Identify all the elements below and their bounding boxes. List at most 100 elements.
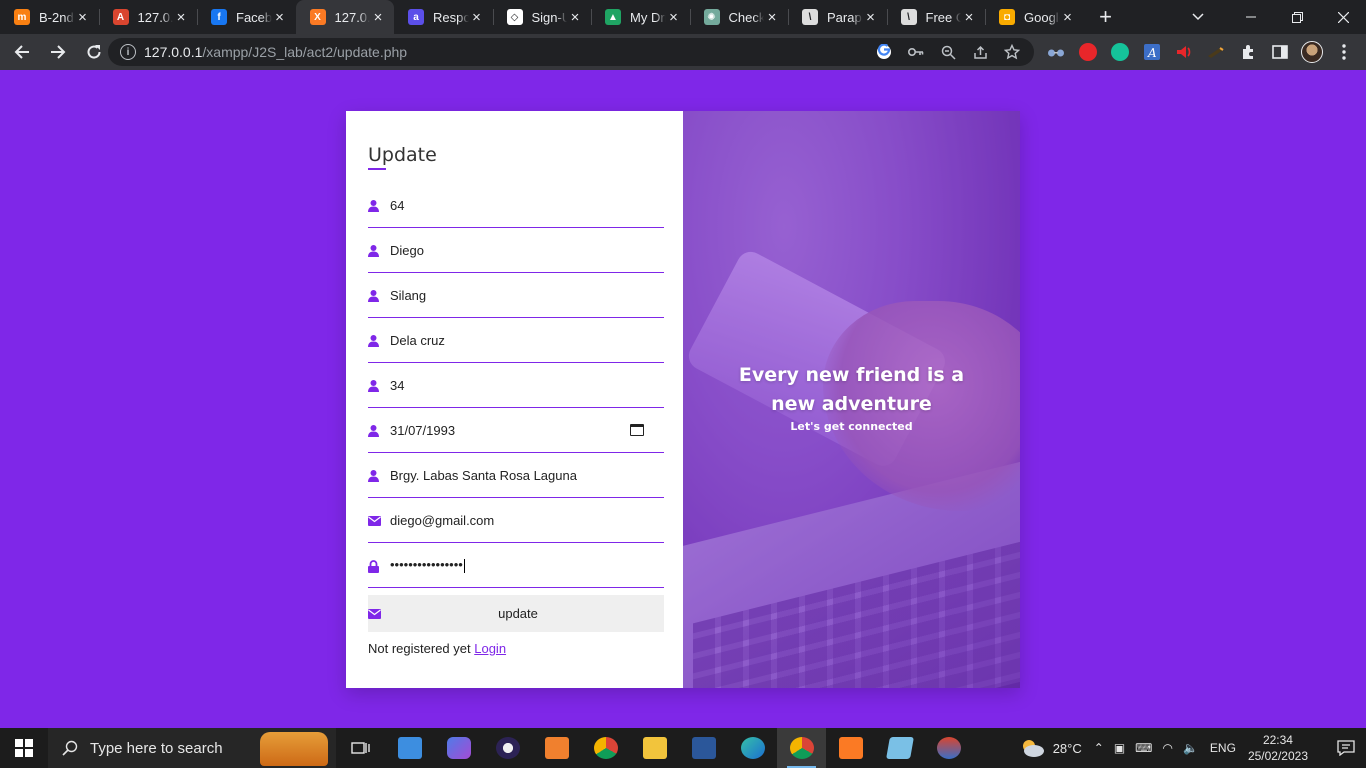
envelope-icon — [368, 608, 390, 619]
windows-start-icon[interactable] — [0, 728, 48, 768]
key-icon[interactable] — [900, 38, 932, 66]
update-button[interactable]: update — [368, 595, 664, 632]
notion-app-icon[interactable] — [434, 728, 483, 768]
new-tab-button[interactable]: + — [1088, 0, 1124, 34]
share-icon[interactable] — [964, 38, 996, 66]
tray-icons: ⌃ ▣ ⌨ ◠ 🔈 — [1094, 741, 1198, 755]
calendar-icon[interactable] — [630, 424, 644, 436]
age-field[interactable]: 34 — [368, 363, 664, 408]
close-tab-icon[interactable]: × — [1060, 9, 1076, 26]
side-panel-icon[interactable] — [1264, 34, 1296, 70]
meet-now-icon[interactable]: ▣ — [1114, 741, 1125, 755]
xampp-app-icon[interactable] — [826, 728, 875, 768]
taskbar-search-box[interactable]: Type here to search — [48, 728, 336, 768]
browser-tab[interactable]: ◇ Sign-Up× — [492, 0, 592, 34]
grammarly-icon[interactable] — [1104, 34, 1136, 70]
field-value: Silang — [390, 287, 427, 303]
taskbar-clock[interactable]: 22:34 25/02/2023 — [1248, 732, 1308, 764]
birthdate-field[interactable]: 31/07/1993 — [368, 408, 664, 453]
close-window-icon[interactable] — [1320, 0, 1366, 34]
chrome-app-icon[interactable] — [581, 728, 630, 768]
weather-widget[interactable]: 28°C — [1019, 738, 1082, 758]
address-bar[interactable]: i 127.0.0.1/xampp/J2S_lab/act2/update.ph… — [108, 38, 1034, 66]
edge-app-icon[interactable] — [728, 728, 777, 768]
profile-avatar[interactable] — [1296, 34, 1328, 70]
back-icon[interactable] — [6, 36, 38, 68]
close-tab-icon[interactable]: × — [370, 9, 386, 26]
search-highlight-image — [260, 732, 328, 766]
bookstore-icon: A — [112, 9, 129, 25]
google-classroom-icon: ◘ — [999, 9, 1015, 25]
notepad-app-icon[interactable] — [875, 728, 924, 768]
zoom-icon[interactable] — [932, 38, 964, 66]
moodle-icon: m — [14, 9, 30, 25]
close-tab-icon[interactable]: × — [272, 9, 288, 26]
eclipse-app-icon[interactable] — [483, 728, 532, 768]
address-field[interactable]: Brgy. Labas Santa Rosa Laguna — [368, 453, 664, 498]
close-tab-icon[interactable]: × — [961, 9, 977, 26]
extension-a-icon[interactable]: A — [1136, 34, 1168, 70]
update-button-label: update — [498, 606, 538, 621]
snipping-tool-icon[interactable] — [924, 728, 973, 768]
browser-tab[interactable]: \ Free G × — [886, 0, 986, 34]
browser-tab[interactable]: f Facebook× — [197, 0, 296, 34]
extension-hand-icon[interactable] — [1072, 34, 1104, 70]
wifi-icon[interactable]: ◠ — [1162, 741, 1172, 755]
extensions-puzzle-icon[interactable] — [1232, 34, 1264, 70]
notification-icon[interactable] — [1326, 728, 1366, 768]
reload-icon[interactable] — [78, 36, 110, 68]
email-field[interactable]: diego@gmail.com — [368, 498, 664, 543]
browser-tab[interactable]: ✺ Check × — [689, 0, 789, 34]
chrome-profile-app-icon[interactable] — [777, 728, 826, 768]
last-name-field[interactable]: Dela cruz — [368, 318, 664, 363]
extension-pen-icon[interactable] — [1200, 34, 1232, 70]
language-indicator[interactable]: ENG — [1210, 741, 1236, 755]
browser-tab[interactable]: m B-2nd × — [0, 0, 99, 34]
login-link[interactable]: Login — [474, 641, 506, 656]
browser-tab[interactable]: A 127.0.0.1× — [98, 0, 198, 34]
password-field[interactable]: •••••••••••••••• — [368, 543, 664, 588]
browser-tab[interactable]: a Response× — [394, 0, 493, 34]
restore-icon[interactable] — [1274, 0, 1320, 34]
google-lens-icon[interactable] — [868, 38, 900, 66]
first-name-field[interactable]: Diego — [368, 228, 664, 273]
tab-search-icon[interactable] — [1180, 0, 1216, 34]
extension-glasses-icon[interactable] — [1040, 34, 1072, 70]
browser-tab[interactable]: X 127.0.0.1× — [295, 0, 394, 34]
tab-title: Paraphrase — [827, 9, 863, 25]
lock-icon — [368, 558, 390, 573]
close-tab-icon[interactable]: × — [764, 9, 780, 26]
mail-app-icon[interactable] — [385, 728, 434, 768]
browser-tab[interactable]: ▲ My Drive× — [591, 0, 690, 34]
middle-name-field[interactable]: Silang — [368, 273, 664, 318]
chatgpt-icon: ✺ — [703, 9, 720, 25]
close-tab-icon[interactable]: × — [75, 9, 91, 26]
ime-icon[interactable]: ⌨ — [1135, 741, 1152, 755]
omnibox-actions — [868, 38, 1028, 66]
file-explorer-icon[interactable] — [630, 728, 679, 768]
browser-tab[interactable]: ◘ Google× — [985, 0, 1084, 34]
close-tab-icon[interactable]: × — [469, 9, 485, 26]
volume-icon[interactable]: 🔈 — [1183, 741, 1198, 755]
browser-tab[interactable]: \ Paraphrase× — [788, 0, 887, 34]
chevron-up-icon[interactable]: ⌃ — [1094, 741, 1104, 755]
user-icon — [368, 468, 390, 482]
close-tab-icon[interactable]: × — [666, 9, 682, 26]
office-app-icon[interactable] — [532, 728, 581, 768]
forward-icon[interactable] — [42, 36, 74, 68]
close-tab-icon[interactable]: × — [567, 9, 583, 26]
extensions-bar: A — [1040, 34, 1360, 70]
menu-kebab-icon[interactable] — [1328, 34, 1360, 70]
close-tab-icon[interactable]: × — [173, 9, 189, 26]
minimize-icon[interactable] — [1228, 0, 1274, 34]
close-tab-icon[interactable]: × — [863, 9, 879, 26]
quill-icon: \ — [900, 9, 917, 25]
task-view-icon[interactable] — [336, 728, 385, 768]
word-app-icon[interactable] — [679, 728, 728, 768]
extension-speaker-icon[interactable] — [1168, 34, 1200, 70]
tab-title: My Drive — [630, 9, 666, 25]
facebook-icon: f — [211, 9, 227, 25]
bookmark-star-icon[interactable] — [996, 38, 1028, 66]
id-field[interactable]: 64 — [368, 183, 664, 228]
site-info-icon[interactable]: i — [120, 44, 136, 60]
